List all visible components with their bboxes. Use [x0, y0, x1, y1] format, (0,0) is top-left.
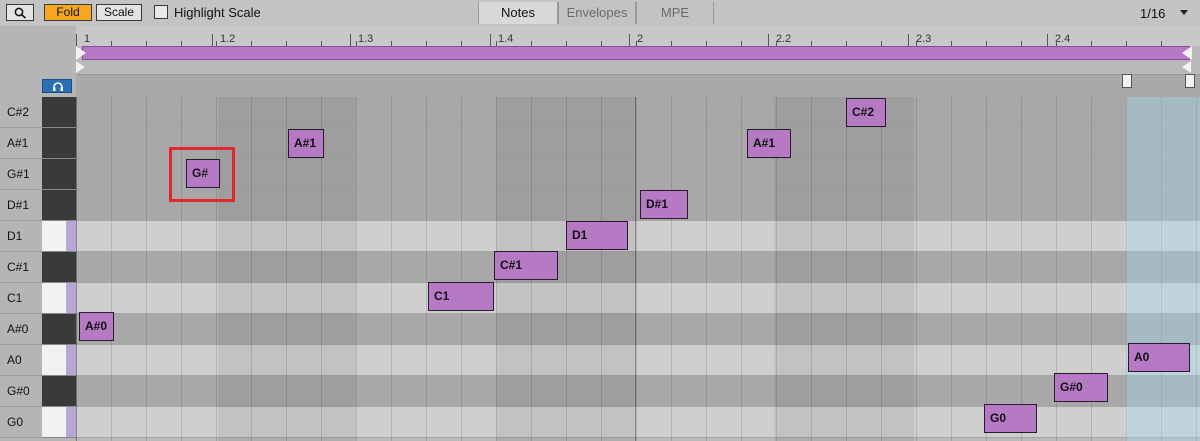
note-editor-toolbar: Fold Scale Highlight Scale Notes Envelop… — [0, 0, 1200, 27]
grid-line — [951, 97, 952, 441]
beat-time-ruler[interactable]: 1 1.2 1.3 1.4 2 2.2 2.3 2.4 — [76, 26, 1200, 46]
key-label: A#1 — [0, 128, 42, 159]
ruler-label: 2.2 — [776, 33, 792, 45]
midi-note[interactable]: A#1 — [288, 129, 324, 158]
fold-button[interactable]: Fold — [44, 4, 92, 21]
grid-line — [741, 97, 742, 441]
highlight-scale-checkbox[interactable] — [154, 5, 168, 19]
midi-note[interactable]: G0 — [984, 404, 1037, 433]
note-grid[interactable]: A#0 G# A#1 C1 C#1 D1 D#1 A#1 C#2 G0 G#0 A0 — [76, 97, 1200, 441]
midi-note[interactable]: A#0 — [79, 312, 114, 341]
grid-line — [671, 97, 672, 441]
piano-key[interactable] — [42, 97, 76, 128]
key-label: D1 — [0, 221, 42, 252]
midi-note[interactable]: A0 — [1128, 343, 1190, 372]
grid-line — [986, 97, 987, 441]
loop-start-marker[interactable] — [76, 46, 86, 60]
beat-shade — [218, 97, 356, 441]
marker-strip — [76, 74, 1200, 98]
piano-key[interactable] — [42, 345, 76, 376]
midi-note[interactable]: C1 — [428, 282, 494, 311]
ruler-tick — [629, 34, 630, 46]
key-label: A#0 — [0, 314, 42, 345]
loop-end-marker[interactable] — [1182, 46, 1192, 60]
scale-button[interactable]: Scale — [96, 4, 142, 21]
ruler-tick — [768, 34, 769, 46]
midi-note[interactable]: G#0 — [1054, 373, 1108, 402]
piano-key[interactable] — [42, 314, 76, 345]
piano-key[interactable] — [42, 128, 76, 159]
beat-shade — [774, 97, 914, 441]
midi-note[interactable]: C#1 — [494, 251, 558, 280]
piano-key[interactable] — [42, 252, 76, 283]
search-button[interactable] — [6, 4, 34, 21]
ruler-label: 2.4 — [1055, 33, 1071, 45]
piano-key[interactable] — [42, 221, 76, 252]
ruler-label: 1.2 — [220, 33, 236, 45]
ruler-label: 1.4 — [498, 33, 514, 45]
piano-key[interactable] — [42, 190, 76, 221]
grid-line — [356, 97, 357, 441]
bar-line — [76, 97, 77, 441]
key-label: C1 — [0, 283, 42, 314]
piano-key[interactable] — [42, 407, 76, 438]
clip-end-locator[interactable] — [1185, 74, 1195, 88]
ruler-label: 1.3 — [358, 33, 374, 45]
grid-line — [461, 97, 462, 441]
ruler-label: 2.3 — [916, 33, 932, 45]
key-label: G#1 — [0, 159, 42, 190]
loop-end-region — [1126, 97, 1200, 441]
search-icon — [14, 7, 27, 19]
end-marker[interactable] — [1182, 61, 1191, 73]
tab-notes[interactable]: Notes — [478, 2, 558, 24]
key-label: D#1 — [0, 190, 42, 221]
highlight-scale-label: Highlight Scale — [174, 5, 261, 20]
key-label: A0 — [0, 345, 42, 376]
ruler-tick — [350, 34, 351, 46]
fold-toggle-button[interactable] — [42, 79, 72, 93]
midi-clip-editor: Fold Scale Highlight Scale Notes Envelop… — [0, 0, 1200, 441]
selection-highlight-box — [169, 147, 235, 202]
chevron-down-icon[interactable] — [1180, 10, 1188, 15]
tab-envelopes[interactable]: Envelopes — [558, 2, 636, 24]
midi-note[interactable]: D#1 — [640, 190, 688, 219]
key-label: G0 — [0, 407, 42, 438]
ruler-tick — [212, 34, 213, 46]
grid-line — [146, 97, 147, 441]
midi-note[interactable]: D1 — [566, 221, 628, 250]
grid-line — [706, 97, 707, 441]
grid-line — [111, 97, 112, 441]
ruler-tick — [490, 34, 491, 46]
loop-end-locator[interactable] — [1122, 74, 1132, 88]
headphones-icon — [53, 82, 63, 91]
ruler-tick — [1047, 34, 1048, 46]
piano-key[interactable] — [42, 159, 76, 190]
midi-note[interactable]: A#1 — [747, 129, 791, 158]
key-label: C#1 — [0, 252, 42, 283]
grid-line — [1021, 97, 1022, 441]
grid-line — [916, 97, 917, 441]
grid-line — [636, 97, 637, 441]
bar-line — [635, 97, 636, 441]
key-label: C#2 — [0, 97, 42, 128]
grid-line — [391, 97, 392, 441]
piano-roll-keyboard: C#2 A#1 G#1 D#1 D1 C#1 C1 A#0 A0 G#0 G0 — [0, 26, 76, 441]
ruler-label: 2 — [637, 33, 644, 45]
ruler-tick — [76, 34, 77, 46]
loop-brace[interactable] — [82, 46, 1190, 60]
grid-line — [426, 97, 427, 441]
piano-key[interactable] — [42, 283, 76, 314]
midi-note[interactable]: C#2 — [846, 98, 886, 127]
piano-key[interactable] — [42, 376, 76, 407]
grid-resolution-value[interactable]: 1/16 — [1140, 6, 1165, 21]
ruler-label: 1 — [84, 33, 91, 45]
key-label: G#0 — [0, 376, 42, 407]
tab-mpe[interactable]: MPE — [636, 2, 714, 24]
ruler-tick — [908, 34, 909, 46]
start-marker[interactable] — [76, 61, 85, 73]
